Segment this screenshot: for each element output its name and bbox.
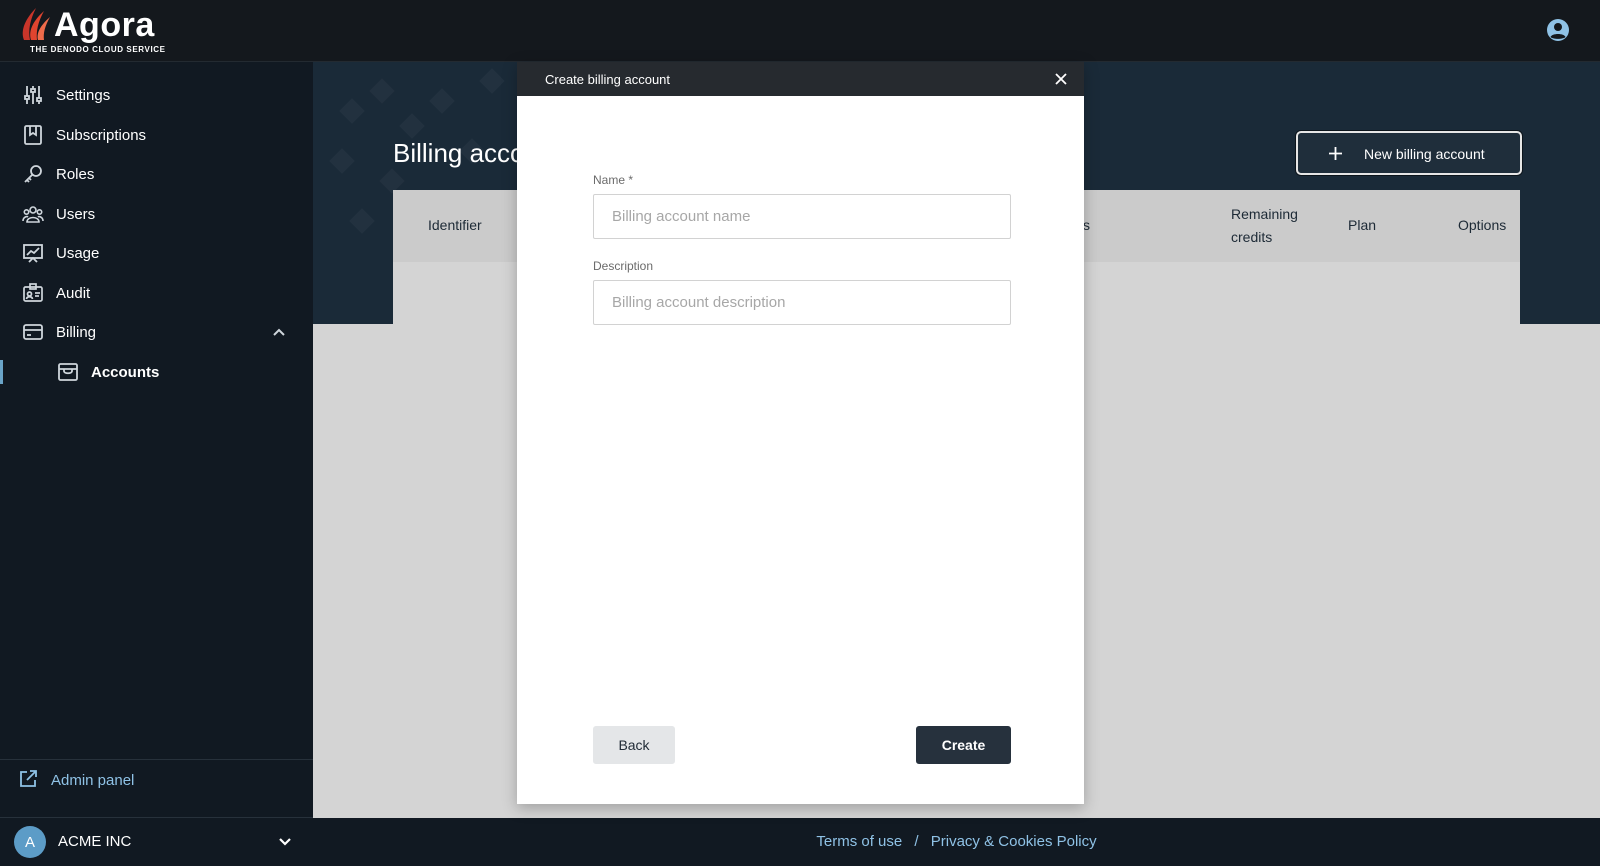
- column-header-remaining-credits[interactable]: Remaining credits: [1231, 203, 1298, 249]
- plus-icon: [1329, 147, 1342, 160]
- logo-text: Agora: [54, 6, 155, 44]
- admin-panel-label: Admin panel: [51, 772, 135, 789]
- active-indicator: [0, 360, 3, 384]
- org-name: ACME INC: [58, 833, 132, 850]
- description-label: Description: [593, 259, 654, 273]
- avatar: A: [14, 826, 46, 858]
- footer-separator: /: [914, 833, 919, 850]
- sidebar-item-label: Accounts: [91, 363, 160, 381]
- description-input[interactable]: [593, 280, 1011, 325]
- column-header-options[interactable]: Options: [1458, 214, 1506, 237]
- sidebar-item-accounts[interactable]: Accounts: [0, 352, 313, 392]
- terms-of-use-link[interactable]: Terms of use: [816, 833, 902, 850]
- column-header-partial[interactable]: s: [1083, 214, 1090, 237]
- new-billing-account-label: New billing account: [1364, 146, 1485, 162]
- sidebar-item-subscriptions[interactable]: Subscriptions: [0, 115, 313, 155]
- logo-subtitle: THE DENODO CLOUD SERVICE: [30, 45, 166, 54]
- back-button[interactable]: Back: [593, 726, 675, 764]
- footer: Terms of use / Privacy & Cookies Policy: [313, 818, 1600, 866]
- sidebar-item-label: Roles: [56, 165, 95, 183]
- org-switcher[interactable]: A ACME INC: [0, 818, 313, 866]
- chevron-down-icon[interactable]: [278, 835, 292, 849]
- external-link-icon: [20, 770, 37, 787]
- user-circle-icon[interactable]: [1546, 18, 1570, 42]
- id-card-icon: [23, 283, 43, 302]
- page-title: Billing acco: [393, 138, 525, 168]
- admin-panel-link[interactable]: Admin panel: [0, 760, 313, 800]
- sliders-icon: [24, 86, 42, 104]
- sidebar-item-audit[interactable]: Audit: [0, 273, 313, 313]
- column-header-remaining-line1: Remaining: [1231, 206, 1298, 222]
- sidebar-item-label: Settings: [56, 86, 111, 104]
- bookmark-icon: [24, 125, 42, 145]
- logo-flame-icon: [22, 8, 50, 40]
- column-header-remaining-line2: credits: [1231, 229, 1273, 245]
- sidebar-item-label: Users: [56, 205, 96, 223]
- sidebar-item-billing[interactable]: Billing: [0, 312, 313, 352]
- sidebar-item-label: Audit: [56, 284, 91, 302]
- dialog-title: Create billing account: [545, 72, 671, 87]
- sidebar-item-label: Billing: [56, 323, 97, 341]
- sidebar-item-label: Usage: [56, 244, 100, 262]
- agora-logo[interactable]: Agora THE DENODO CLOUD SERVICE: [18, 6, 168, 58]
- name-input[interactable]: [593, 194, 1011, 239]
- users-icon: [22, 206, 44, 223]
- sidebar-item-settings[interactable]: Settings: [0, 75, 313, 115]
- wallet-icon: [58, 363, 78, 381]
- chart-icon: [23, 244, 43, 263]
- close-icon[interactable]: [1055, 73, 1067, 85]
- sidebar-item-label: Subscriptions: [56, 126, 147, 144]
- sidebar-item-users[interactable]: Users: [0, 194, 313, 234]
- chevron-up-icon[interactable]: [272, 325, 286, 339]
- dialog-header: Create billing account: [517, 62, 1084, 96]
- privacy-policy-link[interactable]: Privacy & Cookies Policy: [931, 833, 1097, 850]
- key-icon: [24, 165, 42, 183]
- sidebar-item-usage[interactable]: Usage: [0, 233, 313, 273]
- create-billing-account-dialog: Create billing account Name * Descriptio…: [517, 62, 1084, 804]
- column-header-plan[interactable]: Plan: [1348, 214, 1376, 237]
- new-billing-account-button[interactable]: New billing account: [1296, 131, 1522, 175]
- credit-card-icon: [23, 324, 43, 340]
- sidebar-item-roles[interactable]: Roles: [0, 154, 313, 194]
- sidebar: Settings Subscriptions Roles Users Usage…: [0, 62, 313, 866]
- column-header-identifier[interactable]: Identifier: [428, 214, 482, 237]
- name-label: Name *: [593, 173, 634, 187]
- top-bar: Agora THE DENODO CLOUD SERVICE: [0, 0, 1600, 62]
- create-button[interactable]: Create: [916, 726, 1011, 764]
